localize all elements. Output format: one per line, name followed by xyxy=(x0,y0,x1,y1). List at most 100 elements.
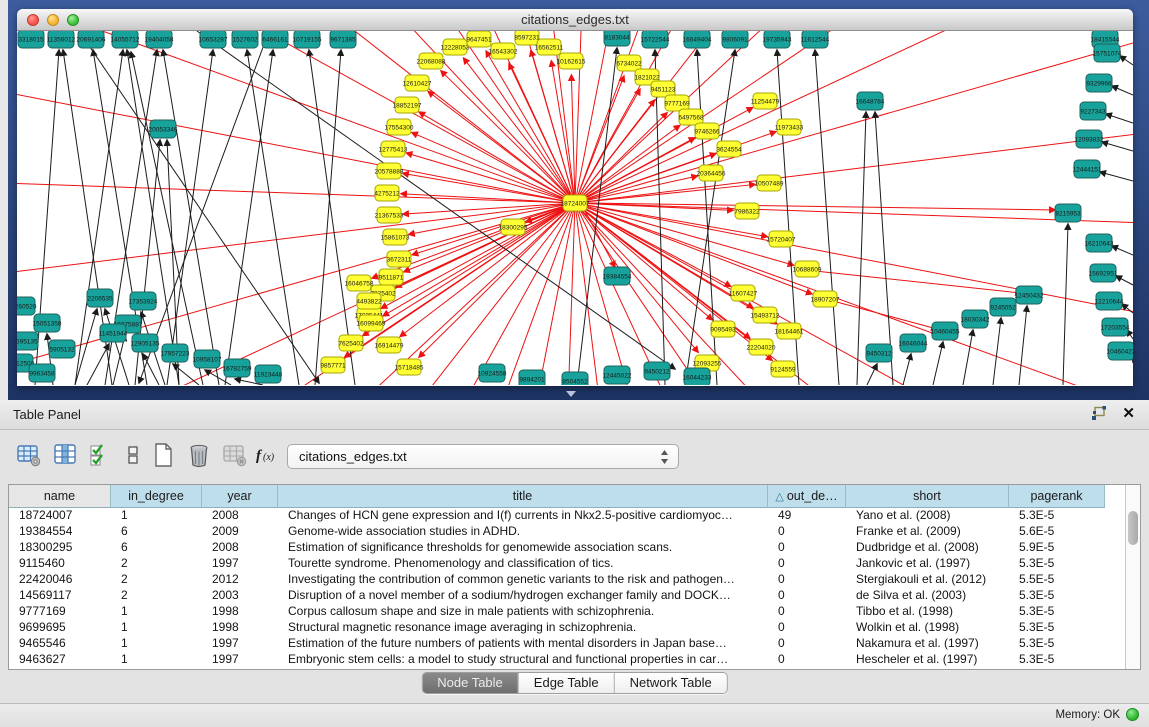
graph-node-teal[interactable]: 15722544 xyxy=(641,31,670,48)
tab-network-table[interactable]: Network Table xyxy=(614,673,727,693)
column-header-short[interactable]: short xyxy=(846,485,1009,508)
graph-node-yellow[interactable]: 7986322 xyxy=(734,203,760,219)
row-toggle-icon[interactable] xyxy=(120,442,146,468)
graph-node-yellow[interactable]: 15493712 xyxy=(751,307,780,323)
graph-node-yellow[interactable]: 18852197 xyxy=(393,97,422,113)
table-settings-icon[interactable] xyxy=(16,442,42,468)
graph-node-yellow[interactable]: 3624554 xyxy=(716,141,742,157)
graph-node-teal[interactable]: 16649404 xyxy=(683,31,712,48)
graph-node-teal[interactable]: 8183044 xyxy=(604,31,630,46)
table-vertical-scrollbar[interactable] xyxy=(1125,485,1140,669)
graph-node-teal[interactable]: 8215953 xyxy=(1055,204,1081,222)
graph-node-teal[interactable]: 14055712 xyxy=(111,31,140,48)
table-row[interactable]: 2242004622012Investigating the contribut… xyxy=(9,572,1140,588)
graph-node-teal[interactable]: 9671385 xyxy=(330,31,356,48)
graph-node-teal[interactable]: 12210644 xyxy=(1095,292,1124,310)
column-header-name[interactable]: name xyxy=(9,485,111,508)
graph-node-yellow[interactable]: 9095493 xyxy=(710,321,736,337)
graph-node-teal[interactable]: 15051358 xyxy=(33,314,62,332)
graph-node-teal[interactable]: 16782759 xyxy=(223,359,252,377)
table-row[interactable]: 1830029562008Estimation of significance … xyxy=(9,540,1140,556)
show-hide-columns-icon[interactable] xyxy=(52,442,78,468)
graph-node-teal[interactable]: 20691406 xyxy=(77,31,106,48)
graph-node-yellow[interactable]: 16914479 xyxy=(375,337,404,353)
network-window-titlebar[interactable]: citations_edges.txt xyxy=(17,9,1133,31)
graph-node-teal[interactable]: 10924558 xyxy=(478,364,507,382)
table-row[interactable]: 946362711997Embryonic stem cells: a mode… xyxy=(9,652,1140,668)
network-canvas[interactable]: 1872400722068088126104271885219717554300… xyxy=(17,31,1133,385)
graph-node-teal[interactable]: 9806091 xyxy=(722,31,748,48)
graph-node-teal[interactable]: 12444151 xyxy=(1073,160,1102,178)
column-header-title[interactable]: title xyxy=(278,485,768,508)
graph-node-teal[interactable]: 12450432 xyxy=(1015,286,1044,304)
select-all-checks-icon[interactable] xyxy=(88,442,114,468)
graph-node-yellow[interactable]: 18164461 xyxy=(775,323,804,339)
graph-node-yellow[interactable]: 10688609 xyxy=(793,261,822,277)
table-row[interactable]: 1938455462009Genome-wide association stu… xyxy=(9,524,1140,540)
table-row[interactable]: 1872400712008Changes of HCN gene express… xyxy=(9,508,1140,524)
close-panel-icon[interactable]: ✕ xyxy=(1122,405,1135,423)
graph-node-teal[interactable]: 19735943 xyxy=(763,31,792,48)
graph-node-yellow[interactable]: 9857771 xyxy=(320,357,346,373)
table-selector-combo[interactable]: citations_edges.txt xyxy=(287,444,679,469)
table-header-row[interactable]: namein_degreeyeartitle△out_de…shortpager… xyxy=(9,485,1140,508)
graph-node-yellow[interactable]: 22068088 xyxy=(417,53,446,69)
graph-node-yellow[interactable]: 20578888 xyxy=(375,163,404,179)
graph-node-teal[interactable]: 1527602 xyxy=(232,31,258,48)
graph-node-teal[interactable]: 17203554 xyxy=(1101,318,1130,336)
graph-node-teal[interactable]: 16648784 xyxy=(856,92,885,110)
graph-node-yellow[interactable]: 3672311 xyxy=(387,251,412,267)
graph-node-teal[interactable]: 9450312 xyxy=(866,344,892,362)
graph-node-teal[interactable]: 9450212 xyxy=(644,362,670,380)
graph-node-yellow[interactable]: 4493822 xyxy=(356,293,382,309)
graph-node-teal[interactable]: 11923448 xyxy=(254,365,283,383)
graph-node-teal[interactable]: 10958107 xyxy=(193,350,222,368)
graph-node-yellow[interactable]: 16543302 xyxy=(489,43,518,59)
column-header-out_de[interactable]: △out_de… xyxy=(768,485,846,508)
table-row[interactable]: 1456911722003Disruption of a novel membe… xyxy=(9,588,1140,604)
graph-node-yellow[interactable]: 18724007 xyxy=(561,195,590,211)
graph-node-yellow[interactable]: 9746266 xyxy=(694,123,720,139)
float-window-icon[interactable] xyxy=(1090,405,1108,423)
graph-node-teal[interactable]: 6466161 xyxy=(262,31,288,48)
graph-node-yellow[interactable]: 22204020 xyxy=(747,339,776,355)
column-header-pagerank[interactable]: pagerank xyxy=(1009,485,1105,508)
graph-node-teal[interactable]: 2206535 xyxy=(87,289,113,307)
column-header-in_degree[interactable]: in_degree xyxy=(111,485,202,508)
graph-node-teal[interactable]: 9227343 xyxy=(1080,102,1106,120)
table-row[interactable]: 946554611997Estimation of the future num… xyxy=(9,636,1140,652)
graph-node-yellow[interactable]: 11607427 xyxy=(729,285,758,301)
graph-node-yellow[interactable]: 10507489 xyxy=(755,175,784,191)
graph-node-teal[interactable]: 19384554 xyxy=(603,267,632,285)
graph-node-teal[interactable]: 9245052 xyxy=(990,298,1016,316)
function-fx-icon[interactable]: f (x) xyxy=(254,442,280,468)
graph-node-yellow[interactable]: 18300295 xyxy=(499,219,528,235)
graph-node-teal[interactable]: 9595135 xyxy=(17,332,38,350)
table-body[interactable]: 1872400712008Changes of HCN gene express… xyxy=(9,508,1140,668)
graph-node-yellow[interactable]: 17554300 xyxy=(385,119,414,135)
graph-node-yellow[interactable]: 8597231 xyxy=(514,31,540,45)
graph-node-yellow[interactable]: 16099469 xyxy=(357,315,386,331)
graph-node-teal[interactable]: 10653287 xyxy=(199,31,228,48)
graph-node-teal[interactable]: 12093832 xyxy=(1075,130,1104,148)
graph-node-teal[interactable]: 10460455 xyxy=(931,322,960,340)
graph-node-yellow[interactable]: 15861073 xyxy=(381,229,410,245)
graph-node-teal[interactable]: 3318015 xyxy=(18,31,44,48)
tab-edge-table[interactable]: Edge Table xyxy=(518,673,614,693)
graph-node-teal[interactable]: 16210643 xyxy=(1085,234,1114,252)
graph-node-teal[interactable]: 9329966 xyxy=(1086,74,1112,92)
graph-node-teal[interactable]: 12905135 xyxy=(131,334,160,352)
graph-node-teal[interactable]: 10460423 xyxy=(1107,342,1133,360)
table-row[interactable]: 977716911998Corpus callosum shape and si… xyxy=(9,604,1140,620)
graph-node-teal[interactable]: 12445022 xyxy=(603,366,632,384)
graph-node-yellow[interactable]: 9124559 xyxy=(770,361,796,377)
column-header-year[interactable]: year xyxy=(202,485,278,508)
table-row[interactable]: 969969511998Structural magnetic resonanc… xyxy=(9,620,1140,636)
graph-node-yellow[interactable]: 10162615 xyxy=(557,53,586,69)
graph-node-teal[interactable]: 11356012 xyxy=(47,31,76,48)
memory-status-indicator[interactable] xyxy=(1126,708,1139,721)
graph-node-teal[interactable]: 11612544 xyxy=(801,31,830,48)
graph-node-yellow[interactable]: 11254479 xyxy=(751,93,780,109)
graph-node-yellow[interactable]: 9511871 xyxy=(379,269,404,285)
graph-node-yellow[interactable]: 9647451 xyxy=(466,31,492,47)
